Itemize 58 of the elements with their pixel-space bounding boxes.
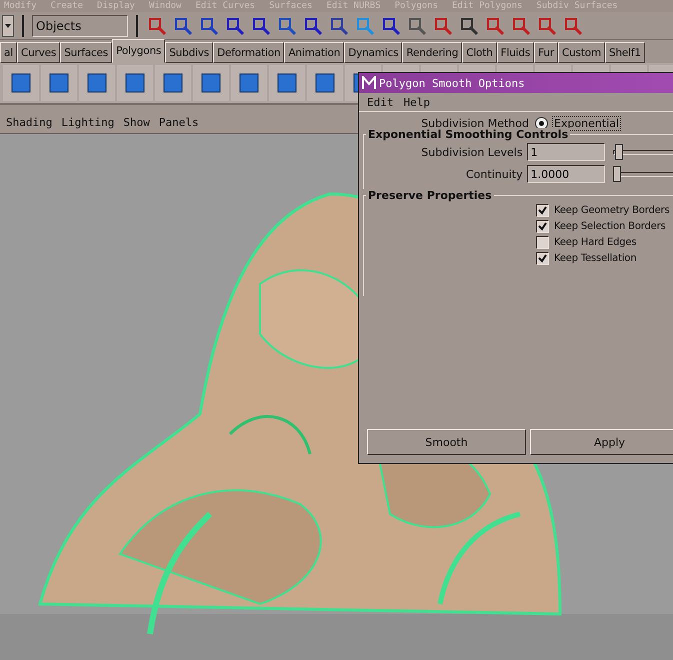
dialog-menu-item[interactable]: Edit <box>367 96 394 108</box>
checkbox[interactable] <box>536 204 549 216</box>
checkbox-label: Keep Geometry Borders <box>554 204 670 216</box>
slider[interactable] <box>612 166 673 182</box>
shelf-icon[interactable] <box>269 65 305 101</box>
field-label: Subdivision Levels <box>420 146 523 158</box>
radio-dot-icon <box>539 120 544 126</box>
field-label: Continuity <box>465 168 523 180</box>
shelf-tab[interactable]: Polygons <box>112 39 166 63</box>
slider-thumb[interactable] <box>614 144 623 160</box>
shelf-tab[interactable]: Curves <box>16 42 60 63</box>
shelf-icon[interactable] <box>79 65 115 101</box>
caret-icon <box>5 24 11 28</box>
shelf-tab[interactable]: Fluids <box>496 42 534 63</box>
slider[interactable] <box>612 144 673 160</box>
shelf-tab[interactable]: Fur <box>534 42 558 63</box>
shelf-icon[interactable] <box>41 65 77 101</box>
selection-mode-field[interactable]: Objects <box>32 14 128 36</box>
shelf-tab[interactable]: Dynamics <box>344 42 402 63</box>
number-field[interactable]: 1.0000 <box>526 165 605 183</box>
shelf-tab[interactable]: Cloth <box>462 42 497 63</box>
radio-button[interactable] <box>535 116 548 130</box>
dropdown-button[interactable] <box>2 14 14 36</box>
checkbox-label: Keep Tessellation <box>554 252 636 264</box>
shelf-icon[interactable] <box>117 65 153 101</box>
shelf-icon[interactable] <box>3 65 39 101</box>
dialog-button[interactable]: Apply <box>530 429 673 455</box>
shelf-icon[interactable] <box>307 65 343 101</box>
shelf-tab[interactable]: Deformation <box>213 42 284 63</box>
shelf-tab[interactable]: al <box>0 42 17 63</box>
group-title: Exponential Smoothing Controls <box>366 128 570 141</box>
slider-thumb[interactable] <box>612 166 621 182</box>
shelf-tab[interactable]: Animation <box>284 42 344 63</box>
number-field[interactable]: 1 <box>526 143 605 161</box>
checkbox-label: Keep Hard Edges <box>554 236 636 248</box>
shelf-tab[interactable]: Shelf1 <box>605 42 645 63</box>
checkbox[interactable] <box>536 236 549 248</box>
panel-menu-item[interactable]: Panels <box>158 116 199 128</box>
dialog-menu-item[interactable]: Help <box>404 96 430 108</box>
shelf-icon[interactable] <box>231 65 267 101</box>
shelf-tab[interactable]: Rendering <box>402 42 462 63</box>
shelf-icon[interactable] <box>155 65 191 101</box>
checkmark-icon <box>538 254 547 262</box>
field-label: Subdivision Method <box>420 116 529 130</box>
shelf-tab[interactable]: Subdivs <box>165 42 214 63</box>
app-logo-icon <box>362 76 376 90</box>
shelf-tab[interactable]: Custom <box>558 42 605 63</box>
checkbox[interactable] <box>536 220 549 232</box>
panel-menu-item[interactable]: Show <box>123 116 150 128</box>
panel-menu-item[interactable]: Lighting <box>61 116 114 128</box>
shelf-tab[interactable]: Surfaces <box>60 42 112 63</box>
group-title: Preserve Properties <box>366 189 494 202</box>
checkbox-label: Keep Selection Borders <box>554 220 666 232</box>
shelf-icon[interactable] <box>193 65 229 101</box>
dialog-button[interactable]: Smooth <box>367 429 526 455</box>
panel-menu-item[interactable]: Shading <box>6 116 52 128</box>
dialog-title: Polygon Smooth Options <box>379 76 525 90</box>
checkbox[interactable] <box>536 252 549 264</box>
